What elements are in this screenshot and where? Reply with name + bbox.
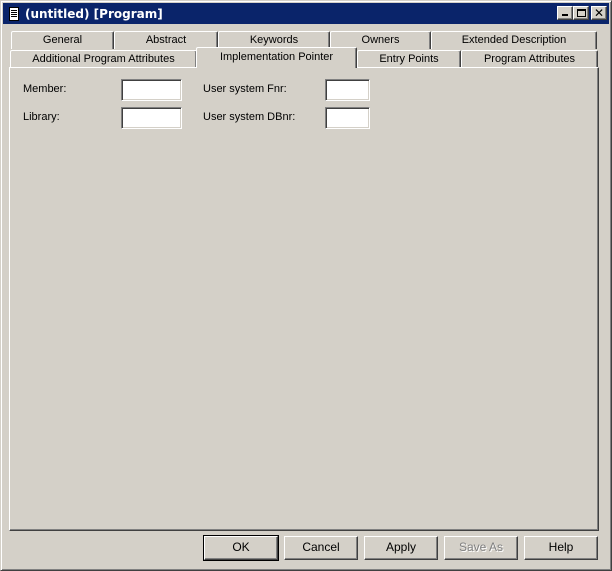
tab-program-attributes[interactable]: Program Attributes: [461, 50, 598, 68]
tab-entry-points[interactable]: Entry Points: [357, 50, 461, 68]
tab-general[interactable]: General: [11, 31, 114, 49]
member-label: Member:: [23, 83, 67, 95]
maximize-button[interactable]: [573, 6, 589, 20]
implementation-pointer-panel: Member: Library: User system Fnr: User s…: [9, 67, 599, 531]
tab-additional-program-attributes[interactable]: Additional Program Attributes: [10, 50, 197, 68]
user-system-dbnr-label: User system DBnr:: [203, 111, 296, 123]
member-input[interactable]: [121, 79, 182, 101]
user-system-fnr-input[interactable]: [325, 79, 370, 101]
window-controls: ✕: [557, 6, 607, 20]
tab-extended-description[interactable]: Extended Description: [431, 31, 597, 49]
document-icon: [9, 6, 19, 21]
tab-implementation-pointer[interactable]: Implementation Pointer: [196, 47, 357, 68]
minimize-icon: [562, 14, 568, 16]
user-system-fnr-label: User system Fnr:: [203, 83, 287, 95]
close-button[interactable]: ✕: [591, 6, 607, 20]
maximize-icon: [577, 9, 586, 17]
title-bar: (untitled) [Program] ✕: [3, 3, 609, 24]
ok-button[interactable]: OK: [203, 535, 279, 561]
minimize-button[interactable]: [557, 6, 573, 20]
library-input[interactable]: [121, 107, 182, 129]
close-icon: ✕: [593, 6, 605, 20]
apply-button[interactable]: Apply: [364, 536, 438, 560]
window-title: (untitled) [Program]: [25, 6, 163, 21]
cancel-button[interactable]: Cancel: [284, 536, 358, 560]
save-as-button: Save As: [444, 536, 518, 560]
library-label: Library:: [23, 111, 60, 123]
help-button[interactable]: Help: [524, 536, 598, 560]
user-system-dbnr-input[interactable]: [325, 107, 370, 129]
